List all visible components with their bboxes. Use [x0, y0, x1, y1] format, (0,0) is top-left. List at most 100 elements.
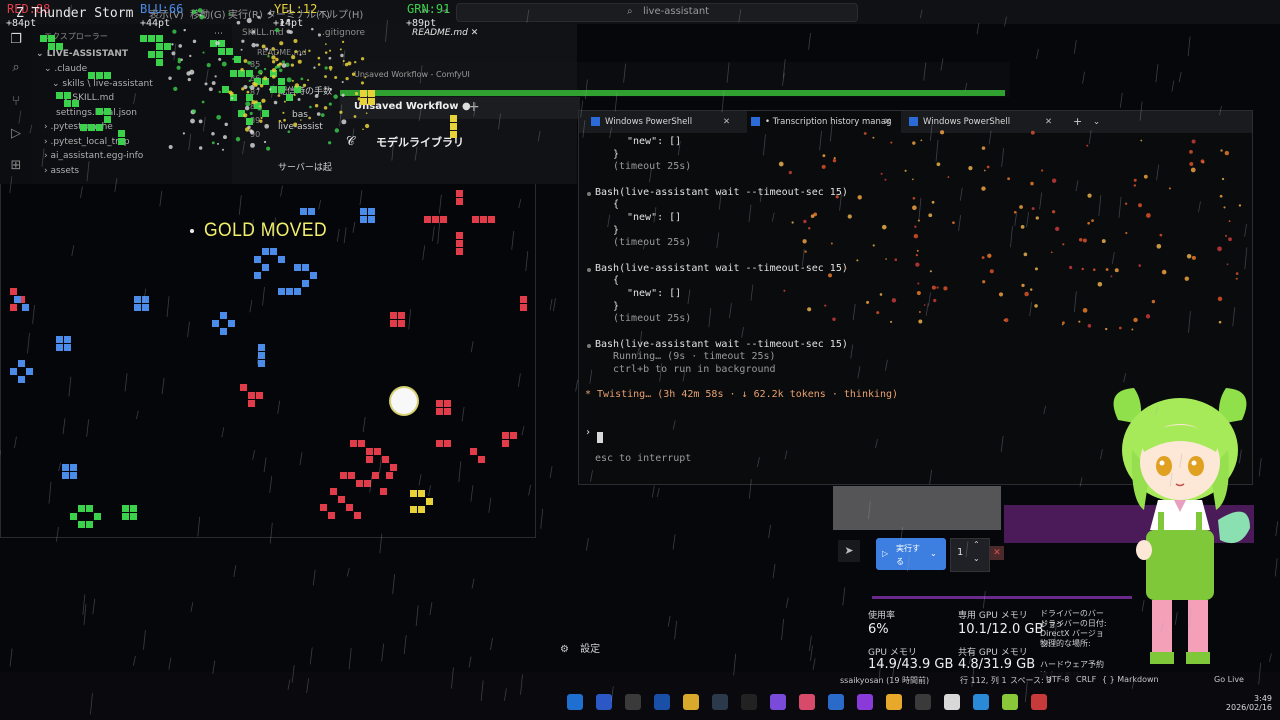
- game-block: [382, 456, 389, 463]
- app-taskbar-icon[interactable]: [654, 694, 670, 710]
- comfy-node-preview: [833, 486, 1001, 530]
- game-block: [390, 320, 397, 327]
- terminal-line: * Twisting… (3h 42m 58s · ↓ 62.2k tokens…: [585, 389, 899, 400]
- rain-streak: [468, 656, 472, 668]
- terminal-tab-1[interactable]: Windows PowerShell: [591, 111, 741, 133]
- close-icon[interactable]: ✕: [884, 111, 891, 133]
- rain-streak: [1155, 64, 1159, 83]
- increment-icon[interactable]: ⌃: [973, 540, 980, 549]
- rain-streak: [1275, 521, 1279, 537]
- rain-streak: [1274, 558, 1278, 577]
- game-block: [234, 56, 241, 63]
- score-yellow: YEL:12: [274, 2, 318, 16]
- app-taskbar-icon[interactable]: [625, 694, 641, 710]
- game-block: [488, 216, 495, 223]
- particle: [273, 100, 278, 105]
- run-count-value: 1: [957, 547, 964, 558]
- vscode-taskbar-icon[interactable]: [567, 694, 583, 710]
- game-block: [372, 472, 379, 479]
- particle: [251, 42, 256, 48]
- rain-streak: [143, 630, 146, 650]
- status-eol[interactable]: CRLF: [1076, 675, 1096, 684]
- app-taskbar-icon[interactable]: [712, 694, 728, 710]
- terminal-line: (timeout 25s): [613, 161, 692, 172]
- particle: [221, 61, 227, 67]
- app-taskbar-icon[interactable]: [915, 694, 931, 710]
- pointer-tool-button[interactable]: ➤: [838, 540, 860, 562]
- game-block: [142, 304, 149, 311]
- rain-streak: [808, 635, 812, 651]
- app-taskbar-icon[interactable]: [1002, 694, 1018, 710]
- game-block: [122, 505, 129, 512]
- play-icon: ▷: [882, 549, 889, 558]
- terminal-tab-3[interactable]: Windows PowerShell: [909, 111, 1059, 133]
- app-taskbar-icon[interactable]: [596, 694, 612, 710]
- mascot-character: [1113, 388, 1250, 664]
- game-block: [480, 216, 487, 223]
- game-block: [96, 108, 103, 115]
- game-block: [368, 208, 375, 215]
- particle: [250, 142, 255, 148]
- app-taskbar-icon[interactable]: [857, 694, 873, 710]
- particle: [341, 80, 344, 84]
- chevron-down-icon[interactable]: ⌄: [930, 549, 937, 558]
- game-block: [302, 280, 309, 287]
- game-block: [418, 506, 425, 513]
- close-icon[interactable]: ✕: [723, 111, 730, 133]
- particle: [243, 84, 248, 90]
- run-button[interactable]: ▷ 実行する ⌄: [876, 538, 946, 570]
- app-taskbar-icon[interactable]: [828, 694, 844, 710]
- rain-streak: [667, 615, 671, 627]
- particle: [168, 76, 172, 80]
- game-block: [424, 216, 431, 223]
- points-blue: +44pt: [140, 18, 171, 29]
- particle: [224, 122, 228, 127]
- terminal-line: {: [613, 199, 620, 210]
- game-block: [246, 94, 253, 101]
- rain-streak: [346, 568, 350, 577]
- status-position[interactable]: 行 112, 列 1: [960, 675, 1007, 686]
- points-green: +89pt: [406, 18, 437, 29]
- particle: [246, 18, 252, 24]
- chrome-taskbar-icon[interactable]: [1031, 694, 1047, 710]
- game-canvas[interactable]: RED:88 +84pt BLU:66 +44pt YEL:12 +14pt G…: [0, 0, 536, 538]
- rain-streak: [429, 602, 433, 616]
- game-block: [410, 490, 417, 497]
- new-tab-icon[interactable]: +: [1073, 111, 1082, 133]
- game-block: [258, 360, 265, 367]
- z-glyph: Z: [16, 6, 32, 21]
- dedicated-gpu-label: 専用 GPU メモリ: [958, 611, 1028, 621]
- app-taskbar-icon[interactable]: [886, 694, 902, 710]
- particle: [264, 123, 270, 129]
- status-encoding[interactable]: UTF-8: [1046, 675, 1069, 684]
- status-blame[interactable]: ssaikyosan (19 時間前): [840, 675, 929, 686]
- particle: [176, 65, 181, 70]
- run-count-stepper[interactable]: 1 ⌃ ⌄: [950, 538, 990, 572]
- taskbar-clock: 3:49 2026/02/16: [1222, 694, 1272, 712]
- decrement-icon[interactable]: ⌄: [973, 554, 980, 563]
- app-taskbar-icon[interactable]: [973, 694, 989, 710]
- particle: [168, 144, 173, 149]
- rain-streak: [83, 604, 87, 625]
- game-block: [142, 296, 149, 303]
- terminal-line: ctrl+b to run in background: [613, 364, 776, 375]
- app-taskbar-icon[interactable]: [944, 694, 960, 710]
- app-taskbar-icon[interactable]: [741, 694, 757, 710]
- shared-gpu-value: 4.8/31.9 GB: [958, 657, 1036, 672]
- app-taskbar-icon[interactable]: [770, 694, 786, 710]
- terminal-tab-2[interactable]: • Transcription history manag: [747, 111, 901, 133]
- chevron-down-icon[interactable]: ⌄: [1093, 111, 1100, 133]
- app-taskbar-icon[interactable]: [799, 694, 815, 710]
- particle: [341, 119, 347, 125]
- folder-taskbar-icon[interactable]: [683, 694, 699, 710]
- particle: [328, 56, 332, 60]
- cancel-icon[interactable]: ✕: [990, 546, 1004, 560]
- particle: [182, 132, 186, 135]
- game-block: [470, 448, 477, 455]
- particle: [248, 79, 251, 83]
- particle: [251, 30, 256, 34]
- window-title: Z Thunder Storm: [16, 6, 133, 21]
- terminal-line: }: [613, 301, 620, 312]
- settings-button[interactable]: ⚙ 設定: [560, 640, 600, 655]
- close-icon[interactable]: ✕: [1045, 111, 1052, 133]
